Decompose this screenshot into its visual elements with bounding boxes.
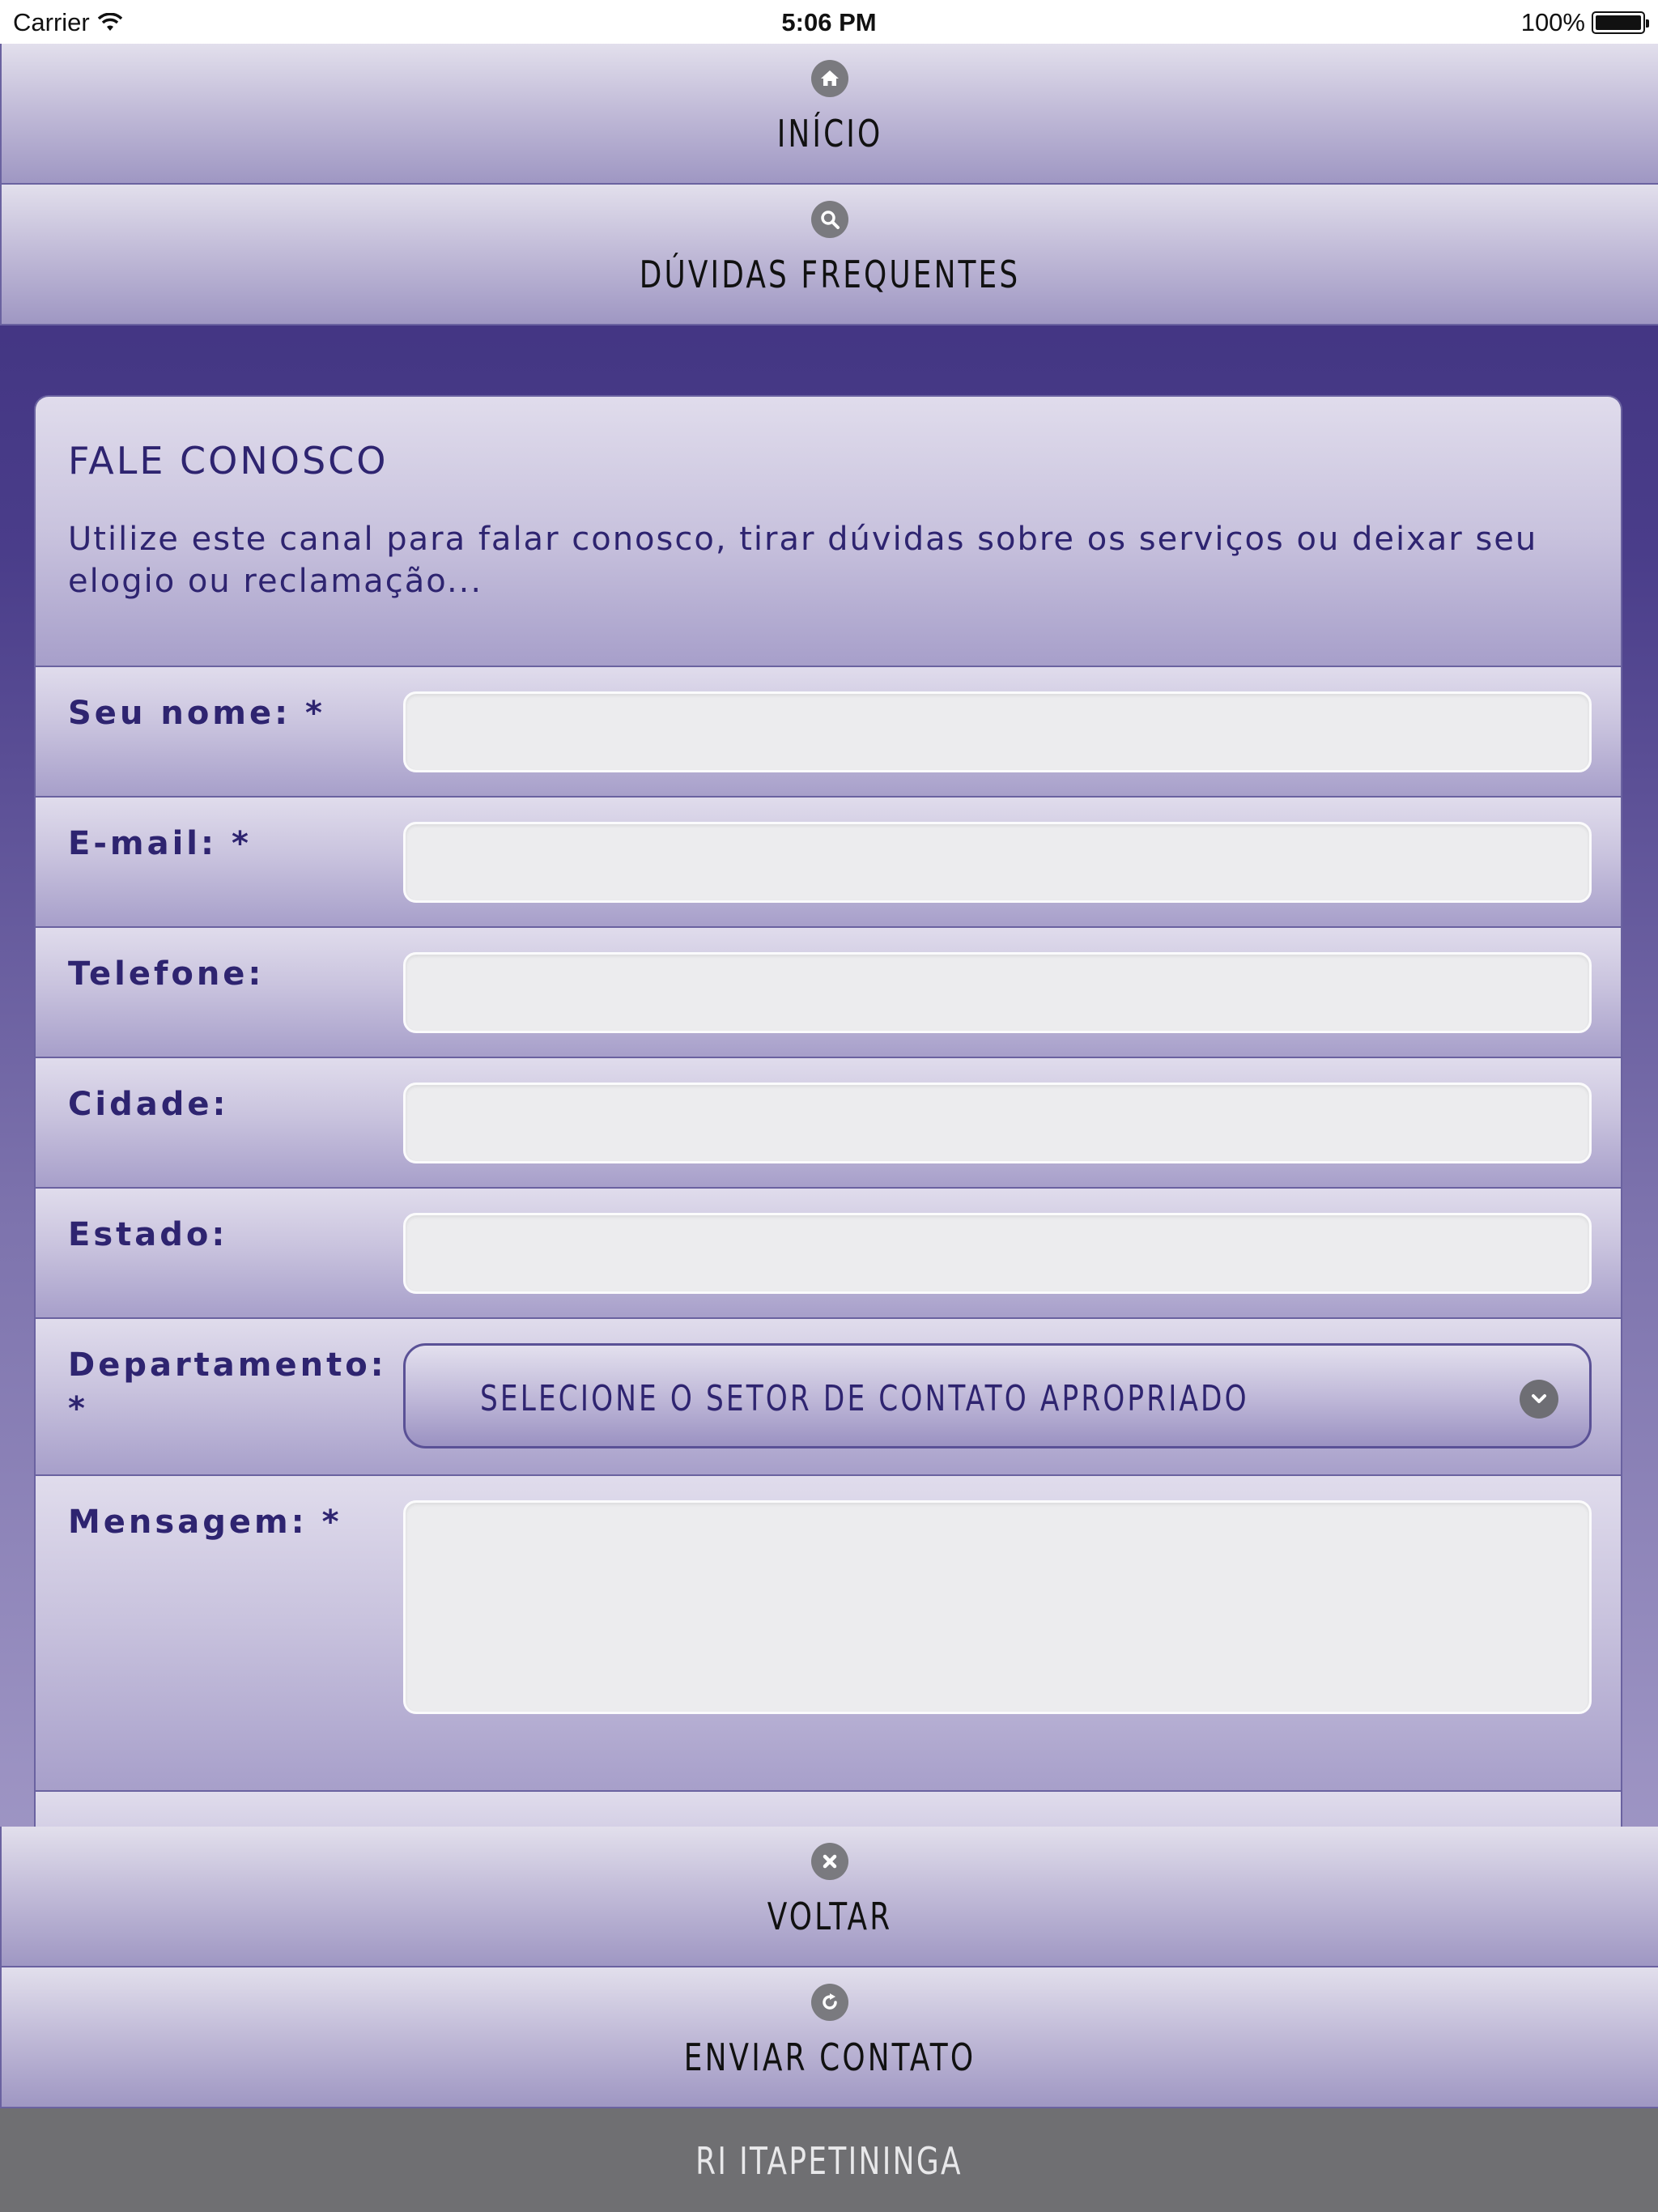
- city-label: Cidade:: [68, 1086, 229, 1123]
- app-footer: RI ITAPETININGA: [0, 2108, 1658, 2212]
- phone-label: Telefone:: [68, 955, 265, 993]
- department-label: Departamento: *: [68, 1346, 387, 1427]
- state-label: Estado:: [68, 1216, 228, 1253]
- search-icon: [811, 201, 848, 238]
- status-bar: Carrier 5:06 PM 100%: [0, 0, 1658, 44]
- department-selected-value: SELECIONE O SETOR DE CONTATO APROPRIADO: [480, 1378, 1249, 1419]
- message-field[interactable]: [403, 1500, 1592, 1714]
- faq-button-label: DÚVIDAS FREQUENTES: [639, 253, 1021, 296]
- contact-form: FALE CONOSCO Utilize este canal para fal…: [34, 395, 1622, 1836]
- battery-icon: [1592, 11, 1649, 34]
- form-row-state: Estado:: [36, 1189, 1621, 1319]
- form-row-email: E-mail: *: [36, 798, 1621, 928]
- city-field[interactable]: [403, 1083, 1592, 1163]
- refresh-icon: [811, 1984, 848, 2021]
- status-bar-right: 100%: [1520, 8, 1649, 37]
- send-button-label: ENVIAR CONTATO: [683, 2035, 976, 2079]
- home-button-label: INÍCIO: [776, 112, 883, 155]
- form-description: Utilize este canal para falar conosco, t…: [68, 521, 1538, 600]
- message-label: Mensagem: *: [68, 1504, 342, 1541]
- home-button[interactable]: INÍCIO: [0, 44, 1658, 185]
- department-select[interactable]: SELECIONE O SETOR DE CONTATO APROPRIADO: [403, 1343, 1592, 1448]
- form-row-phone: Telefone:: [36, 928, 1621, 1058]
- form-title: FALE CONOSCO: [68, 439, 389, 483]
- phone-field[interactable]: [403, 952, 1592, 1033]
- email-field[interactable]: [403, 822, 1592, 903]
- home-icon: [811, 60, 848, 97]
- name-label: Seu nome: *: [68, 695, 325, 732]
- send-button[interactable]: ENVIAR CONTATO: [0, 1967, 1658, 2108]
- back-button-label: VOLTAR: [767, 1895, 893, 1938]
- faq-button[interactable]: DÚVIDAS FREQUENTES: [0, 185, 1658, 325]
- close-icon: [811, 1843, 848, 1880]
- name-field[interactable]: [403, 691, 1592, 772]
- footer-title: RI ITAPETININGA: [695, 2139, 963, 2183]
- form-row-name: Seu nome: *: [36, 667, 1621, 798]
- form-header: FALE CONOSCO Utilize este canal para fal…: [36, 397, 1621, 667]
- battery-percent: 100%: [1520, 8, 1585, 36]
- form-row-message: Mensagem: *: [36, 1476, 1621, 1792]
- email-label: E-mail: *: [68, 825, 252, 862]
- form-row-department: Departamento: * SELECIONE O SETOR DE CON…: [36, 1319, 1621, 1476]
- back-button[interactable]: VOLTAR: [0, 1827, 1658, 1967]
- chevron-down-icon: [1520, 1380, 1558, 1419]
- state-field[interactable]: [403, 1213, 1592, 1294]
- status-time: 5:06 PM: [781, 8, 877, 36]
- form-row-city: Cidade:: [36, 1058, 1621, 1189]
